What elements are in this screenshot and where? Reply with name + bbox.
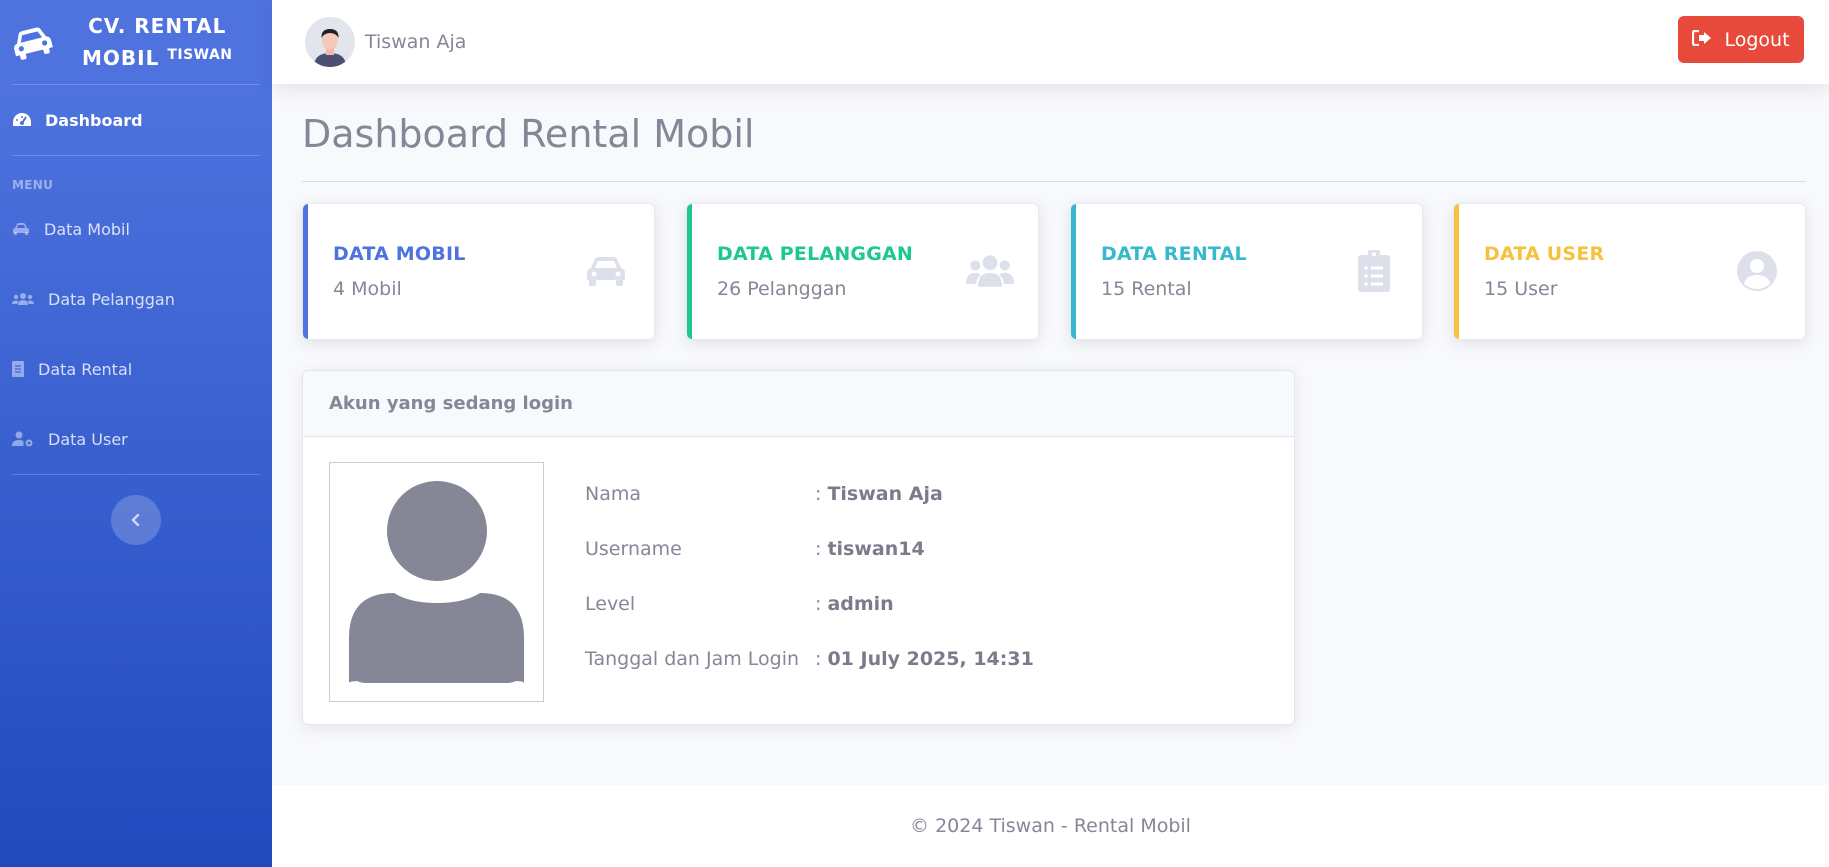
sidebar-item-data-user[interactable]: Data User [0,404,272,474]
user-cog-icon [12,429,38,449]
info-value-text: admin [827,593,894,615]
user-circle-icon [1733,249,1781,293]
title-divider [302,181,1806,182]
sidebar-item-label: Dashboard [45,110,143,130]
topbar: Tiswan Aja Logout [272,0,1829,84]
profile-photo [329,462,544,702]
car-side-icon [10,20,54,64]
page-title: Dashboard Rental Mobil [302,112,755,156]
stat-label: DATA PELANGGAN [717,243,914,265]
info-value: : Tiswan Aja [815,483,943,505]
stat-value: 4 Mobil [333,278,402,300]
users-icon [966,249,1014,293]
sidebar-item-label: Data Rental [38,359,133,379]
sidebar-item-label: Data Mobil [44,219,130,239]
stat-card-data-rental[interactable]: DATA RENTAL 15 Rental [1070,203,1423,340]
info-value: : admin [815,593,894,615]
card-accent-bar [303,204,308,339]
sidebar-brand[interactable]: CV. RENTAL MOBIL TISWAN [0,0,272,84]
sidebar-item-data-rental[interactable]: Data Rental [0,334,272,404]
info-key: Level [585,593,636,615]
info-value-text: tiswan14 [827,538,925,560]
stat-card-data-pelanggan[interactable]: DATA PELANGGAN 26 Pelanggan [686,203,1039,340]
logout-button[interactable]: Logout [1678,16,1804,63]
brand-line2: MOBIL [82,45,160,70]
avatar[interactable] [305,17,355,67]
stat-value: 26 Pelanggan [717,278,847,300]
stat-value: 15 User [1484,278,1558,300]
sidebar-item-dashboard[interactable]: Dashboard [0,85,272,155]
sidebar-item-label: Data Pelanggan [48,289,175,309]
logout-label: Logout [1724,28,1790,51]
sign-out-icon [1692,29,1712,51]
info-value-text: 01 July 2025, 14:31 [827,648,1034,670]
file-icon [12,359,28,379]
stat-label: DATA USER [1484,243,1605,265]
card-accent-bar [687,204,692,339]
sidebar-heading: MENU [12,178,54,192]
stat-label: DATA RENTAL [1101,243,1247,265]
stat-card-data-user[interactable]: DATA USER 15 User [1453,203,1806,340]
footer-copyright: © 2024 Tiswan - Rental Mobil [910,815,1191,837]
topbar-user-name[interactable]: Tiswan Aja [365,31,466,53]
info-key: Username [585,538,682,560]
card-header-title: Akun yang sedang login [303,371,1294,437]
stat-card-data-mobil[interactable]: DATA MOBIL 4 Mobil [302,203,655,340]
chevron-left-icon [131,511,141,530]
users-icon [12,289,38,309]
login-account-card: Akun yang sedang login Nama : Tiswan Aja… [302,370,1295,725]
car-icon [582,249,630,293]
info-key: Tanggal dan Jam Login [585,648,800,670]
info-value: : 01 July 2025, 14:31 [815,648,1034,670]
stat-label: DATA MOBIL [333,243,466,265]
sidebar-item-data-pelanggan[interactable]: Data Pelanggan [0,264,272,334]
sidebar: CV. RENTAL MOBIL TISWAN Dashboard MENU D… [0,0,272,867]
footer: © 2024 Tiswan - Rental Mobil [272,785,1829,867]
stat-value: 15 Rental [1101,278,1192,300]
sidebar-toggle-button[interactable] [111,495,161,545]
tachometer-icon [12,110,34,130]
info-value: : tiswan14 [815,538,925,560]
brand-sup: TISWAN [167,46,233,63]
brand-line1: CV. RENTAL [88,13,227,38]
clipboard-list-icon [1350,249,1398,293]
card-accent-bar [1071,204,1076,339]
brand-name: CV. RENTAL MOBIL TISWAN [82,12,233,73]
sidebar-item-data-mobil[interactable]: Data Mobil [0,194,272,264]
sidebar-item-label: Data User [48,429,128,449]
card-accent-bar [1454,204,1459,339]
car-icon [12,219,34,239]
info-value-text: Tiswan Aja [827,483,943,505]
info-key: Nama [585,483,642,505]
